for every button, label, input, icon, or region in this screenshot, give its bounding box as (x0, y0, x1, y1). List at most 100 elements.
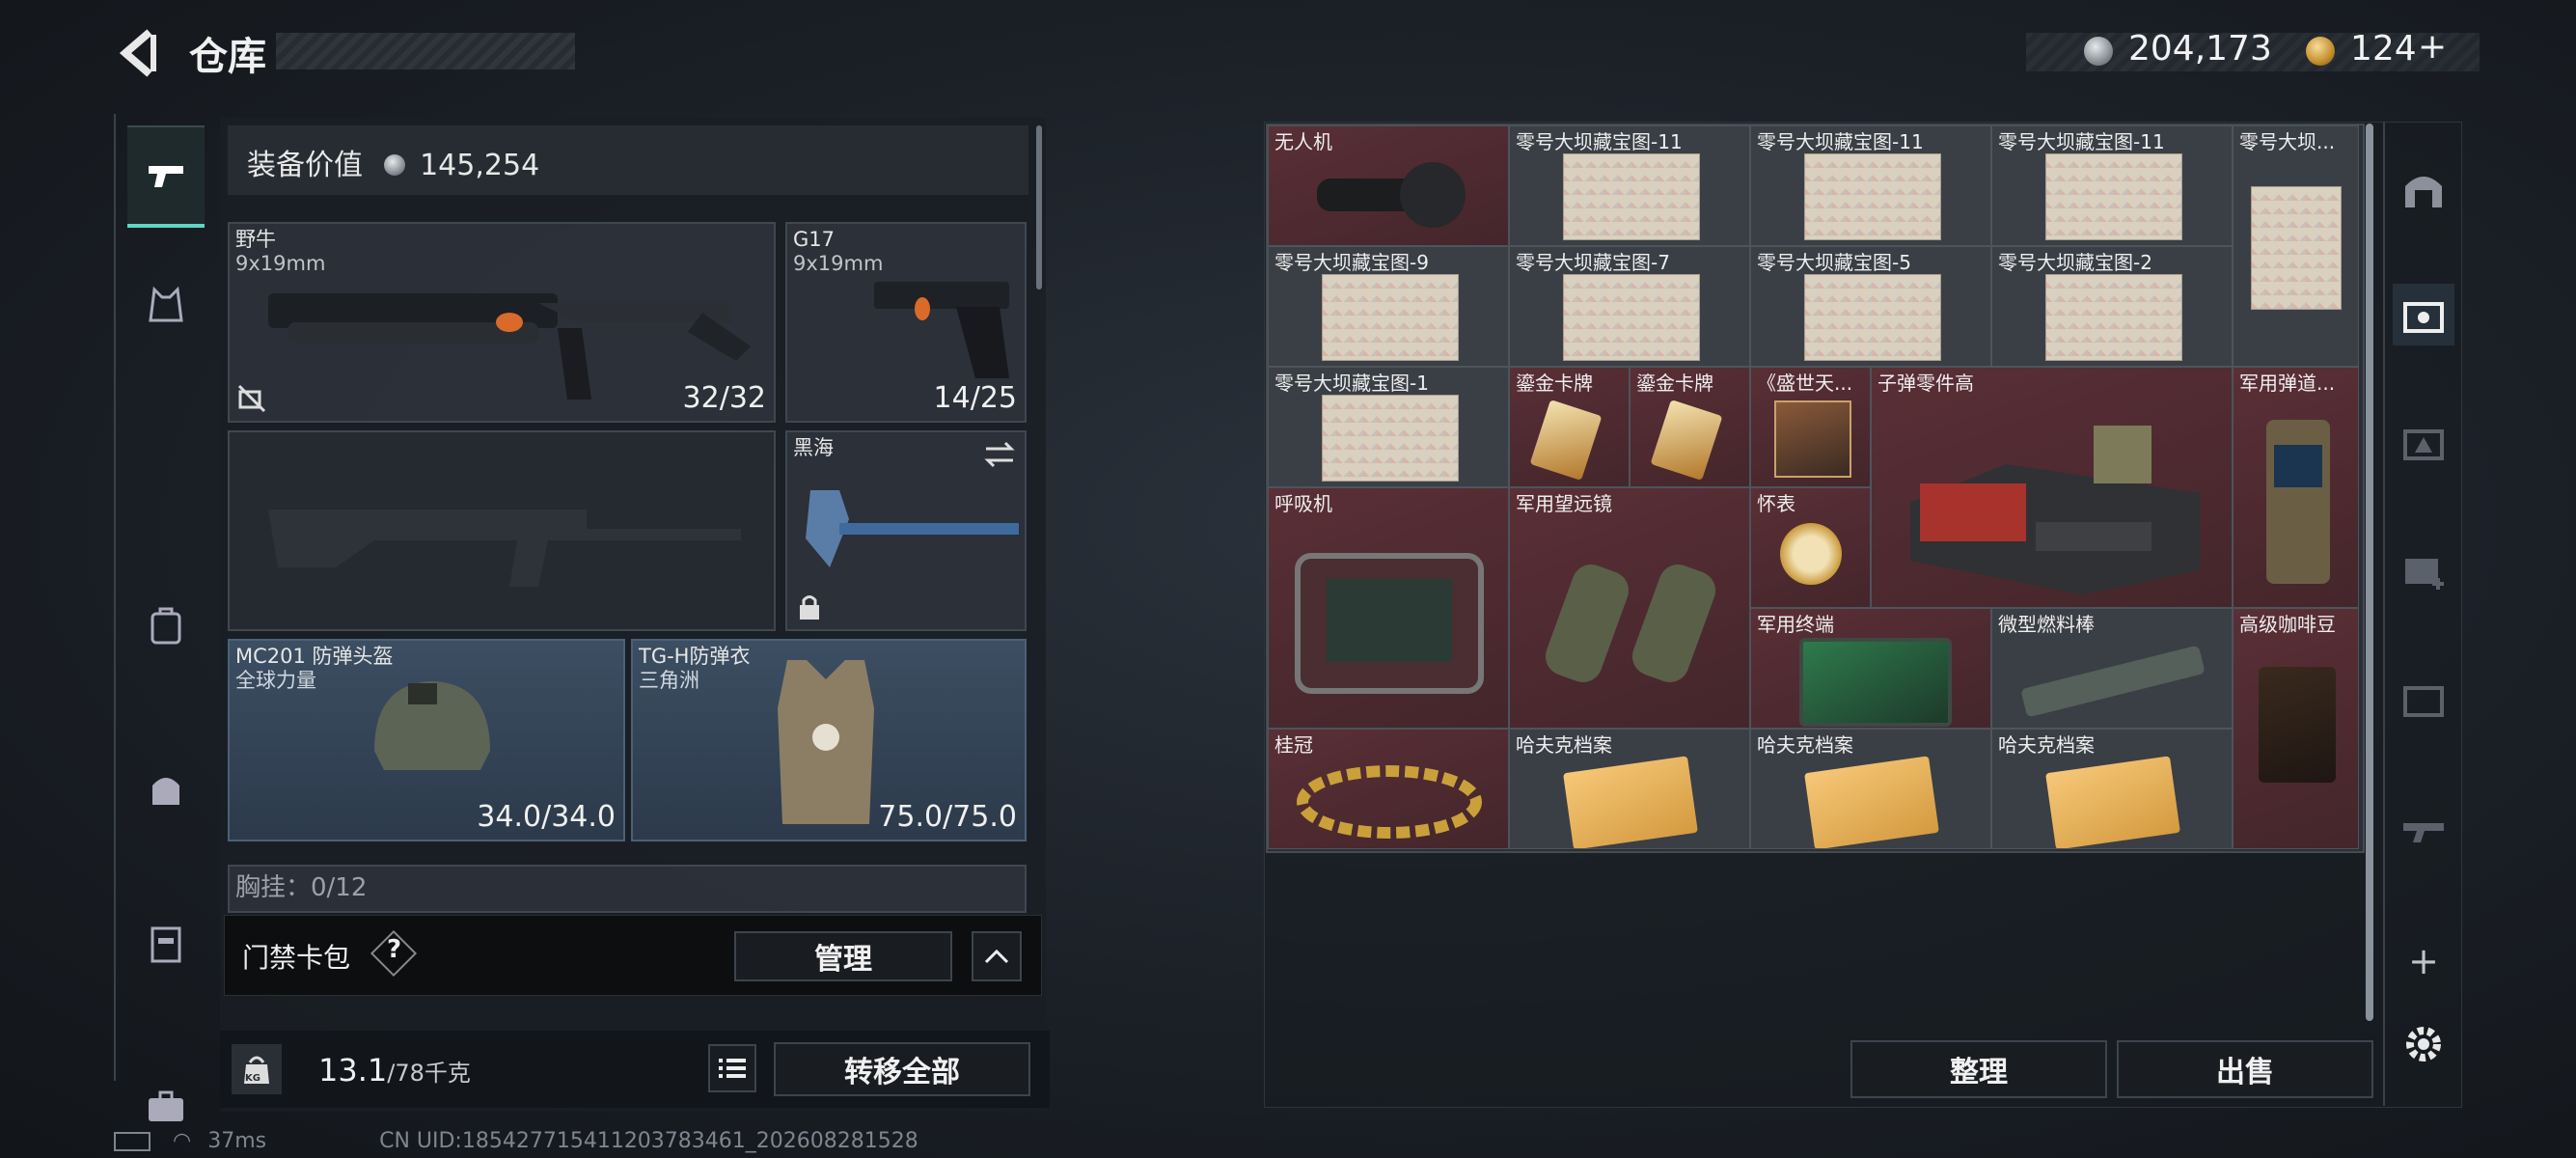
help-symbol: ? (387, 935, 402, 964)
map-icon (1563, 153, 1700, 240)
ballistic-computer-icon (2266, 420, 2330, 584)
add-stash-tab-button[interactable]: + (2393, 930, 2454, 992)
stash-tab-medical[interactable] (2393, 538, 2454, 600)
stash-tab-weapons[interactable] (2393, 797, 2454, 859)
stash-tab-3[interactable] (2393, 411, 2454, 473)
armor-slot[interactable]: TG-H防弹衣 三角洲 75.0/75.0 (631, 639, 1027, 841)
stash-item-fuel-rod[interactable]: 微型燃料棒 (1991, 608, 2233, 729)
folder-icon (1563, 756, 1698, 848)
stash-item-map-2[interactable]: 零号大坝藏宝图-2 (1991, 246, 2233, 367)
stash-item-painting[interactable]: 《盛世天... (1750, 367, 1871, 487)
stash-item-gold-card[interactable]: 鎏金卡牌 (1630, 367, 1750, 487)
list-icon (719, 1059, 746, 1078)
stash-item-haavk-file[interactable]: 哈夫克档案 (1991, 729, 2233, 849)
battery-icon (114, 1132, 151, 1151)
stash-item-haavk-file[interactable]: 哈夫克档案 (1509, 729, 1750, 849)
stash-item-binoculars[interactable]: 军用望远镜 (1509, 487, 1750, 729)
collapse-button[interactable] (972, 931, 1022, 981)
safe-box-icon (151, 926, 181, 963)
stash-tabs: + (2383, 122, 2462, 1106)
sort-button[interactable]: 整理 (1850, 1040, 2107, 1098)
settings-button[interactable] (2393, 1013, 2454, 1075)
sell-button[interactable]: 出售 (2117, 1040, 2373, 1098)
secondary-weapon-slot[interactable] (228, 430, 776, 631)
silver-coin-icon (2084, 37, 2113, 66)
equipment-value: 装备价值 145,254 (247, 141, 539, 183)
stash-item-haavk-file[interactable]: 哈夫克档案 (1750, 729, 1991, 849)
stash-item-laurel[interactable]: 桂冠 (1268, 729, 1509, 849)
equipment-scrollbar[interactable] (1036, 125, 1042, 290)
no-mod-icon (237, 384, 266, 413)
fuel-rod-icon (2021, 646, 2205, 717)
helmet-durability: 34.0/34.0 (477, 800, 616, 834)
uid-text: CN UID:18542771541120378346­1_2026082815… (379, 1129, 918, 1153)
helmet-slot[interactable]: MC201 防弹头盔 全球力量 34.0/34.0 (228, 639, 625, 841)
rifle-icon (2403, 823, 2444, 842)
map-icon (1804, 274, 1941, 361)
arch-icon (2405, 177, 2442, 207)
binoculars-icon (1545, 564, 1716, 683)
stash-box-icon (2403, 429, 2444, 460)
helmet-icon (374, 681, 490, 770)
chest-rig-slot[interactable]: 胸挂：0/12 (228, 865, 1027, 913)
stash-item-map[interactable]: 零号大坝... (2233, 125, 2359, 367)
stash-item-pocket-watch[interactable]: 怀表 (1750, 487, 1871, 608)
terminal-icon (1799, 638, 1952, 727)
rail-tab-pouch[interactable] (127, 741, 205, 838)
medkit-icon (2405, 559, 2444, 590)
stash-item-map-11[interactable]: 零号大坝藏宝图-11 (1991, 125, 2233, 246)
stash-item-map-1[interactable]: 零号大坝藏宝图-1 (1268, 367, 1509, 487)
stash-item-map-11[interactable]: 零号大坝藏宝图-11 (1509, 125, 1750, 246)
stash-item-military-terminal[interactable]: 军用终端 (1750, 608, 1991, 729)
painting-icon (1774, 400, 1851, 478)
stash-item-ballistic-computer[interactable]: 军用弹道... (2233, 367, 2359, 608)
rail-tab-weapons[interactable] (127, 125, 205, 228)
rail-tab-chest-rig[interactable] (127, 257, 205, 353)
swap-icon[interactable] (982, 440, 1017, 469)
pocket-watch-icon (1780, 523, 1842, 585)
stash-item-map-9[interactable]: 零号大坝藏宝图-9 (1268, 246, 1509, 367)
stash-item-ammo-parts[interactable]: 子弹零件高 (1871, 367, 2233, 608)
pistol-weapon-icon (874, 282, 1009, 378)
stash-item-map-5[interactable]: 零号大坝藏宝图-5 (1750, 246, 1991, 367)
primary-weapon-slot[interactable]: 野牛 9x19mm 32/32 (228, 222, 776, 423)
stash-box-icon (2403, 302, 2444, 333)
list-view-button[interactable] (708, 1044, 756, 1092)
lock-icon (800, 595, 819, 620)
stash-item-map-11[interactable]: 零号大坝藏宝图-11 (1750, 125, 1991, 246)
stash-scrollbar[interactable] (2366, 124, 2373, 1021)
stash-item-drone[interactable]: 无人机 (1268, 125, 1509, 246)
melee-slot[interactable]: 黑海 (785, 430, 1027, 631)
vest-icon (149, 286, 183, 322)
stash-grid: 无人机 零号大坝藏宝图-11 零号大坝藏宝图-11 零号大坝藏宝图-11 零号大… (1266, 124, 2365, 853)
rail-tab-safe-box[interactable] (127, 896, 205, 992)
primary-weapon-ammo: 32/32 (682, 381, 766, 415)
pouch-icon (152, 778, 179, 805)
melee-name: 黑海 (793, 436, 834, 459)
add-currency-button[interactable]: + (2418, 27, 2447, 67)
transfer-all-button[interactable]: 转移全部 (774, 1042, 1030, 1096)
coffee-bag-icon (2259, 667, 2336, 783)
stash-item-coffee-beans[interactable]: 高级咖啡豆 (2233, 608, 2359, 849)
map-icon (1322, 274, 1459, 361)
rail-tab-backpack[interactable] (127, 577, 205, 674)
stash-item-map-7[interactable]: 零号大坝藏宝图-7 (1509, 246, 1750, 367)
stash-item-gold-card[interactable]: 鎏金卡牌 (1509, 367, 1630, 487)
armor-name: TG-H防弹衣 三角洲 (639, 645, 751, 692)
smg-weapon-icon (268, 293, 751, 400)
weight-icon-text: KG (245, 1073, 260, 1084)
stash-tab-all[interactable] (2393, 158, 2454, 220)
stash-item-ventilator[interactable]: 呼吸机 (1268, 487, 1509, 729)
manage-button[interactable]: 管理 (734, 931, 952, 981)
sidearm-slot[interactable]: G17 9x19mm 14/25 (785, 222, 1027, 423)
stash-tab-4[interactable] (2393, 284, 2454, 345)
backpack-icon (151, 607, 181, 645)
folder-icon (1804, 756, 1939, 848)
map-icon (1804, 153, 1941, 240)
stash-tab-storage[interactable] (2393, 668, 2454, 730)
ventilator-icon (1295, 553, 1484, 694)
ping-text: 37ms (207, 1129, 267, 1153)
wifi-icon: ◠ (173, 1129, 192, 1153)
back-button[interactable] (114, 29, 162, 77)
folder-icon (2045, 756, 2180, 848)
